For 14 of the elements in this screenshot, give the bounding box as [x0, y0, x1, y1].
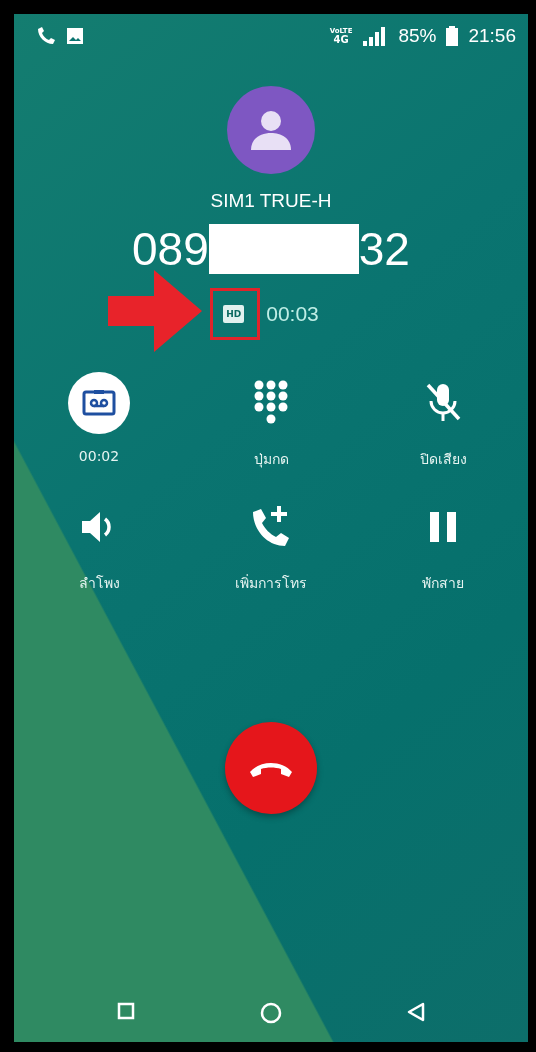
- phone-number-end: 32: [358, 222, 410, 276]
- call-control[interactable]: พักสาย: [357, 496, 528, 594]
- hd-badge: HD: [223, 305, 245, 323]
- phone-number-start: 089: [132, 222, 209, 276]
- call-duration: 00:03: [266, 302, 319, 326]
- call-control[interactable]: 00:02: [14, 372, 185, 470]
- sim-label: SIM1 TRUE-H: [210, 190, 332, 212]
- call-control[interactable]: ปิดเสียง: [357, 372, 528, 470]
- battery-percent: 85%: [398, 25, 437, 47]
- clock: 21:56: [468, 25, 516, 47]
- call-control[interactable]: ปุ่มกด: [185, 372, 357, 470]
- network-type: 4G: [333, 34, 349, 45]
- call-control[interactable]: ลำโพง: [14, 496, 185, 594]
- call-control[interactable]: เพิ่มการโทร: [185, 496, 357, 594]
